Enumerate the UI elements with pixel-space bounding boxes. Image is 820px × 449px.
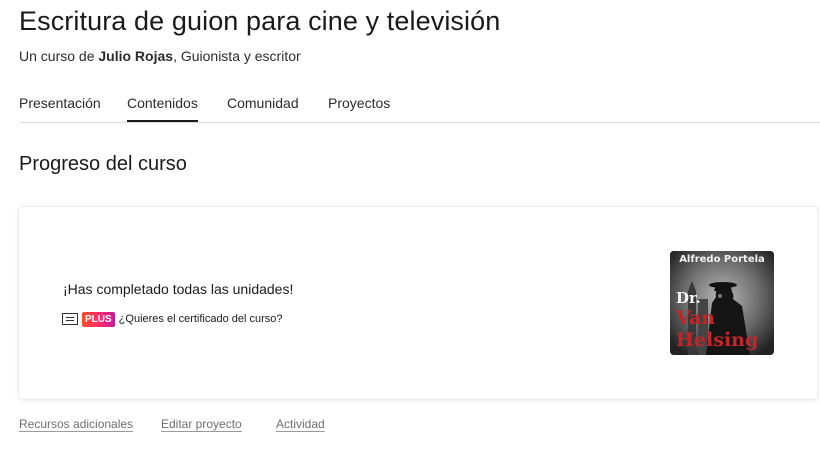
author-role: , Guionista y escritor — [173, 48, 301, 64]
project-thumbnail[interactable]: Alfredo Portela Dr. Van Helsing — [670, 251, 774, 355]
author-name[interactable]: Julio Rojas — [98, 48, 173, 64]
thumbnail-title-line-1: Dr. — [676, 289, 701, 307]
thumbnail-title-line-2: Van — [675, 307, 715, 329]
link-editar-proyecto[interactable]: Editar proyecto — [161, 417, 242, 431]
byline-prefix: Un curso de — [19, 48, 95, 64]
thumbnail-title-line-3: Helsing — [676, 329, 758, 351]
tab-comunidad[interactable]: Comunidad — [227, 95, 299, 120]
link-recursos-adicionales[interactable]: Recursos adicionales — [19, 417, 133, 431]
link-actividad[interactable]: Actividad — [276, 417, 325, 431]
thumbnail-artwork: Alfredo Portela Dr. Van Helsing — [670, 251, 774, 355]
completion-message: ¡Has completado todas las unidades! — [63, 281, 294, 297]
plus-badge: PLUS — [82, 311, 115, 327]
progress-card: ¡Has completado todas las unidades! PLUS… — [19, 207, 817, 399]
certificate-icon — [62, 313, 78, 325]
certificate-row[interactable]: PLUS ¿Quieres el certificado del curso? — [62, 311, 283, 327]
tab-presentacion[interactable]: Presentación — [19, 95, 101, 120]
course-title: Escritura de guion para cine y televisió… — [19, 6, 501, 36]
certificate-link[interactable]: ¿Quieres el certificado del curso? — [119, 313, 283, 325]
tab-contenidos[interactable]: Contenidos — [127, 95, 198, 122]
course-tabs: Presentación Contenidos Comunidad Proyec… — [19, 84, 820, 123]
thumbnail-author-text: Alfredo Portela — [679, 254, 765, 265]
page: Escritura de guion para cine y televisió… — [0, 0, 820, 449]
course-byline: Un curso de Julio Rojas, Guionista y esc… — [19, 48, 301, 64]
progress-section-title: Progreso del curso — [19, 153, 187, 175]
tab-proyectos[interactable]: Proyectos — [328, 95, 390, 120]
